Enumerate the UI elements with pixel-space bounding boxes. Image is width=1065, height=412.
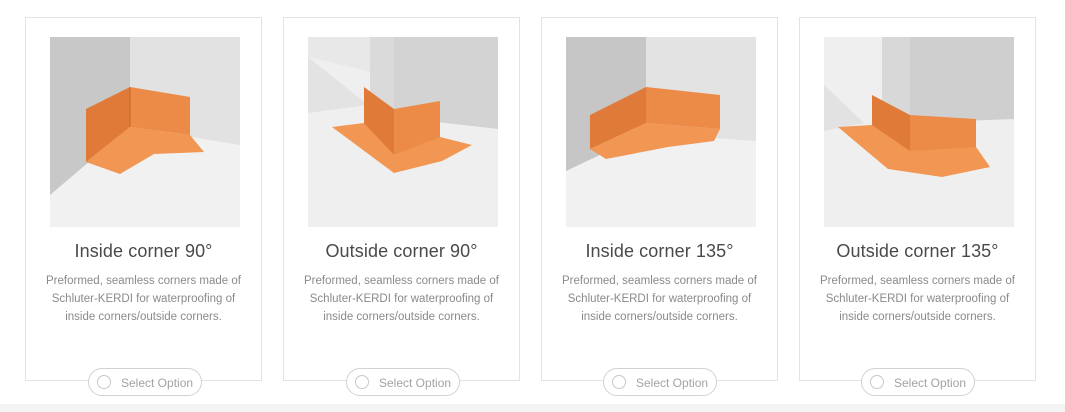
product-image-outside-corner-90 xyxy=(308,37,498,227)
radio-circle-icon[interactable] xyxy=(97,375,111,389)
product-card-inside-corner-135: Inside corner 135° Preformed, seamless c… xyxy=(541,17,778,381)
product-card-outside-corner-135: Outside corner 135° Preformed, seamless … xyxy=(799,17,1036,381)
radio-circle-icon[interactable] xyxy=(355,375,369,389)
page-bottom-strip xyxy=(0,404,1065,412)
select-option-label: Select Option xyxy=(121,376,194,390)
product-description: Preformed, seamless corners made of Schl… xyxy=(562,275,757,323)
product-title: Outside corner 135° xyxy=(836,241,999,261)
product-description: Preformed, seamless corners made of Schl… xyxy=(304,275,499,323)
product-image-inside-corner-90 xyxy=(50,37,240,227)
product-description: Preformed, seamless corners made of Schl… xyxy=(820,275,1015,323)
radio-circle-icon[interactable] xyxy=(612,375,626,389)
product-title: Outside corner 90° xyxy=(325,241,478,261)
select-option-button[interactable]: Select Option xyxy=(861,368,975,396)
product-card-inside-corner-90: Inside corner 90° Preformed, seamless co… xyxy=(25,17,262,381)
select-option-button[interactable]: Select Option xyxy=(88,368,202,396)
product-title: Inside corner 135° xyxy=(585,241,734,261)
select-option-label: Select Option xyxy=(636,376,709,390)
product-description: Preformed, seamless corners made of Schl… xyxy=(46,275,241,323)
radio-circle-icon[interactable] xyxy=(870,375,884,389)
select-option-label: Select Option xyxy=(894,376,967,390)
select-option-button[interactable]: Select Option xyxy=(346,368,460,396)
product-image-outside-corner-135 xyxy=(824,37,1014,227)
select-option-label: Select Option xyxy=(379,376,452,390)
product-card-outside-corner-90: Outside corner 90° Preformed, seamless c… xyxy=(283,17,520,381)
product-title: Inside corner 90° xyxy=(74,241,213,261)
select-option-button[interactable]: Select Option xyxy=(603,368,717,396)
product-image-inside-corner-135 xyxy=(566,37,756,227)
